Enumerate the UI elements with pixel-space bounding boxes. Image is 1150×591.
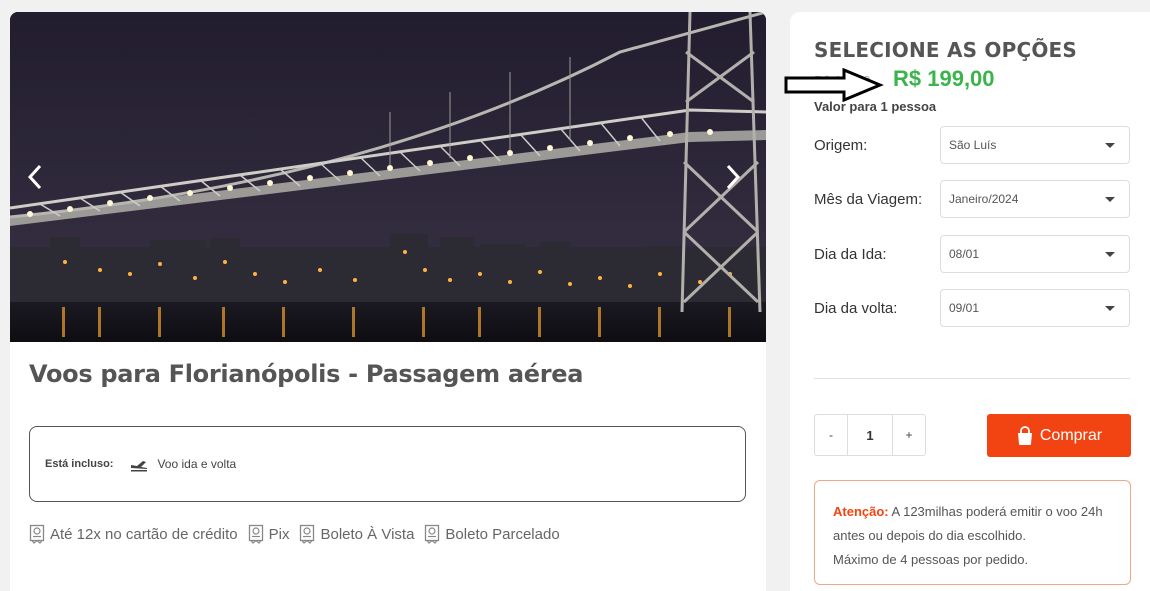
payment-method-boleto-parcelado: Boleto Parcelado — [424, 524, 560, 544]
payment-method-boleto-vista: Boleto À Vista — [299, 524, 414, 544]
receipt-icon — [300, 524, 315, 544]
field-label: Dia da Ida: — [814, 245, 887, 263]
buy-button[interactable]: Comprar — [987, 414, 1131, 457]
price-note: Valor para 1 pessoa — [814, 99, 937, 114]
field-dia-ida: Dia da Ida: 08/01 — [814, 235, 1130, 273]
included-item-label: Voo ida e volta — [157, 457, 237, 471]
attention-note: Máximo de 4 pessoas por pedido. — [833, 552, 1029, 567]
field-mes-viagem: Mês da Viagem: Janeiro/2024 — [814, 180, 1130, 218]
chevron-left-icon — [27, 164, 42, 190]
buy-button-label: Comprar — [1039, 426, 1103, 444]
dia-ida-select[interactable]: 08/01 — [940, 235, 1130, 273]
payment-method-label: Pix — [268, 525, 290, 543]
carousel-next-button[interactable] — [718, 160, 748, 194]
payment-method-credit-card: Até 12x no cartão de crédito — [29, 524, 238, 544]
quantity-input[interactable]: 1 — [847, 415, 893, 455]
attention-notice: Atenção: A 123milhas poderá emitir o voo… — [814, 480, 1131, 585]
included-label: Está incluso: — [45, 458, 114, 470]
payment-method-pix: Pix — [248, 524, 290, 544]
shopping-bag-icon — [1017, 425, 1032, 445]
select-value: Janeiro/2024 — [949, 192, 1019, 206]
field-label: Dia da volta: — [814, 299, 898, 317]
dia-volta-select[interactable]: 09/01 — [940, 289, 1130, 327]
caret-down-icon — [1105, 197, 1115, 202]
product-title: Voos para Florianópolis - Passagem aérea — [29, 360, 584, 388]
plane-icon — [131, 461, 148, 472]
annotation-arrow-icon — [784, 68, 884, 102]
select-value: 09/01 — [949, 301, 980, 315]
included-box: Está incluso: Voo ida e volta — [29, 426, 746, 502]
select-value: São Luís — [949, 138, 997, 152]
caret-down-icon — [1105, 143, 1115, 148]
divider — [814, 378, 1130, 379]
chevron-right-icon — [726, 164, 741, 190]
select-value: 08/01 — [949, 247, 980, 261]
field-origem: Origem: São Luís — [814, 126, 1130, 164]
caret-down-icon — [1105, 306, 1115, 311]
receipt-icon — [425, 524, 440, 544]
quantity-decrease-button[interactable]: - — [815, 415, 847, 455]
carousel-prev-button[interactable] — [20, 160, 50, 194]
product-image-carousel[interactable] — [10, 12, 766, 342]
payment-method-label: Até 12x no cartão de crédito — [50, 525, 238, 543]
quantity-increase-button[interactable]: + — [893, 415, 925, 455]
field-label: Mês da Viagem: — [814, 190, 923, 208]
hero-image-bridge-night — [10, 12, 766, 342]
product-card: Voos para Florianópolis - Passagem aérea… — [10, 12, 766, 591]
payment-method-label: Boleto Parcelado — [445, 525, 560, 543]
payment-methods: Até 12x no cartão de crédito Pix Boleto … — [29, 524, 560, 544]
receipt-icon — [248, 524, 263, 544]
field-label: Origem: — [814, 136, 868, 154]
payment-method-label: Boleto À Vista — [320, 525, 415, 543]
attention-text-line: Atenção: A 123milhas poderá emitir o voo… — [833, 500, 1114, 548]
options-title: SELECIONE AS OPÇÕES — [814, 38, 1078, 62]
attention-label: Atenção: — [833, 504, 889, 519]
included-item: Voo ida e volta — [129, 456, 236, 472]
caret-down-icon — [1105, 252, 1115, 257]
receipt-icon — [29, 524, 45, 544]
quantity-stepper: - 1 + — [814, 414, 926, 456]
origem-select[interactable]: São Luís — [940, 126, 1130, 164]
purchase-options-panel: SELECIONE AS OPÇÕES R$ 29__0 R$ 199,00 V… — [784, 12, 1150, 591]
current-price: R$ 199,00 — [893, 66, 995, 91]
field-dia-volta: Dia da volta: 09/01 — [814, 289, 1130, 327]
mes-viagem-select[interactable]: Janeiro/2024 — [940, 180, 1130, 218]
